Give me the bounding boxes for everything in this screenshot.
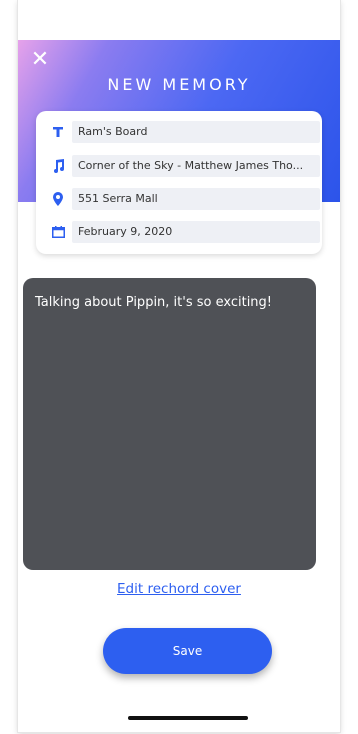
memory-details-card: Ram's Board Corner of the Sky - Matthew … (36, 111, 322, 254)
title-row: Ram's Board (36, 121, 322, 143)
calendar-icon (50, 223, 66, 241)
location-pin-icon (50, 190, 66, 208)
title-field[interactable]: Ram's Board (72, 121, 320, 143)
edit-record-cover-link[interactable]: Edit rechord cover (0, 581, 358, 597)
location-row: 551 Serra Mall (36, 188, 322, 210)
close-icon: ✕ (30, 47, 50, 72)
page-title: NEW MEMORY (107, 75, 251, 94)
location-field[interactable]: 551 Serra Mall (72, 188, 320, 210)
close-button[interactable]: ✕ (30, 47, 50, 72)
save-button[interactable]: Save (103, 628, 272, 674)
song-field[interactable]: Corner of the Sky - Matthew James Tho... (72, 155, 320, 177)
home-indicator (128, 716, 248, 720)
music-note-icon (50, 157, 66, 175)
date-row: February 9, 2020 (36, 221, 322, 243)
date-field[interactable]: February 9, 2020 (72, 221, 320, 243)
memory-notes-textarea[interactable]: Talking about Pippin, it's so exciting! (23, 278, 316, 570)
song-row: Corner of the Sky - Matthew James Tho... (36, 155, 322, 177)
title-text-icon (50, 123, 66, 141)
